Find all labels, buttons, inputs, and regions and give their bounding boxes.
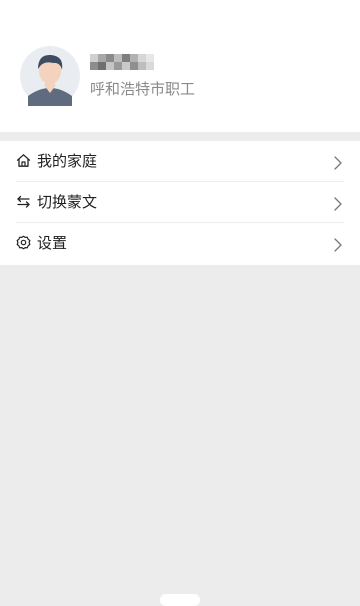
menu-list: 我的家庭 切换蒙文 设置 xyxy=(0,141,360,265)
home-icon xyxy=(16,153,31,168)
profile-card: 呼和浩特市职工 xyxy=(0,0,360,132)
menu-item-switch-mongolian[interactable]: 切换蒙文 xyxy=(0,182,360,223)
username-masked xyxy=(90,52,160,70)
menu-item-settings[interactable]: 设置 xyxy=(0,223,360,264)
bottom-floating-tab[interactable] xyxy=(160,594,200,606)
user-avatar-icon[interactable] xyxy=(20,46,80,106)
menu-item-label: 设置 xyxy=(37,234,68,252)
gear-icon xyxy=(16,235,31,250)
user-subtitle: 呼和浩特市职工 xyxy=(90,80,196,98)
chevron-right-icon xyxy=(334,237,342,252)
menu-item-label: 我的家庭 xyxy=(37,152,98,170)
chevron-right-icon xyxy=(334,196,342,211)
menu-item-my-family[interactable]: 我的家庭 xyxy=(0,141,360,182)
swap-arrows-icon xyxy=(16,194,31,209)
chevron-right-icon xyxy=(334,155,342,170)
menu-item-label: 切换蒙文 xyxy=(37,193,98,211)
